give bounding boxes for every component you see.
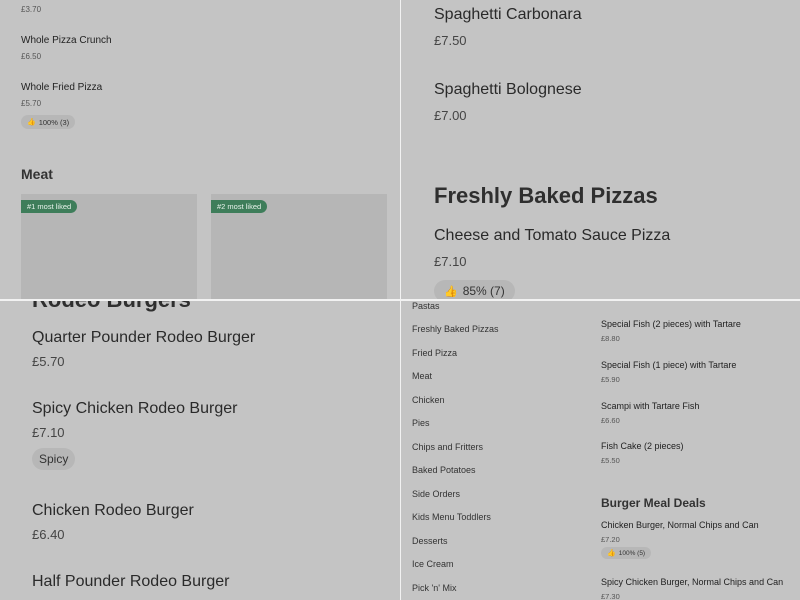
item-name: Spicy Chicken Burger, Normal Chips and C… xyxy=(601,577,784,587)
item-price: £5.50 xyxy=(601,456,620,465)
item-price: £7.00 xyxy=(434,108,467,123)
item-name: Chicken Burger, Normal Chips and Can xyxy=(601,520,759,530)
item-name: Spaghetti Bolognese xyxy=(434,81,582,98)
item-price: £8.80 xyxy=(601,334,620,343)
item-price: £5.90 xyxy=(601,375,620,384)
menu-panel-top-right: Spaghetti Carbonara £7.50 Spaghetti Bolo… xyxy=(401,0,800,299)
menu-item-half-pounder-rodeo-burger[interactable]: Half Pounder Rodeo Burger xyxy=(32,573,372,600)
featured-card-2[interactable]: #2 most liked xyxy=(211,194,387,299)
nav-item-kids-menu-toddlers[interactable]: Kids Menu Toddlers xyxy=(412,512,491,522)
panel-divider-horizontal xyxy=(0,299,800,301)
thumbs-up-icon: 👍 xyxy=(444,285,458,298)
item-price: £5.70 xyxy=(21,99,42,108)
nav-item-ice-cream[interactable]: Ice Cream xyxy=(412,559,454,569)
nav-item-side-orders[interactable]: Side Orders xyxy=(412,489,460,499)
item-name: Special Fish (2 pieces) with Tartare xyxy=(601,319,741,329)
menu-item-quarter-pounder-rodeo-burger[interactable]: Quarter Pounder Rodeo Burger £5.70 xyxy=(32,329,372,375)
item-price: £3.70 xyxy=(21,5,42,14)
item-name: Spicy Chicken Rodeo Burger xyxy=(32,400,238,417)
menu-item-spaghetti-carbonara[interactable]: Spaghetti Carbonara £7.50 xyxy=(434,6,774,52)
nav-item-freshly-baked-pizzas[interactable]: Freshly Baked Pizzas xyxy=(412,324,499,334)
item-name: Half Pounder Rodeo Burger xyxy=(32,573,230,590)
thumbs-up-icon: 👍 xyxy=(607,549,616,557)
nav-item-fried-pizza[interactable]: Fried Pizza xyxy=(412,348,457,358)
item-price: £6.60 xyxy=(601,416,620,425)
menu-item-spicy-chicken-rodeo-burger[interactable]: Spicy Chicken Rodeo Burger £7.10 Spicy xyxy=(32,400,372,472)
menu-item-chicken-rodeo-burger[interactable]: Chicken Rodeo Burger £6.40 xyxy=(32,502,372,548)
rating-badge: 👍 85% (7) xyxy=(434,280,515,299)
menu-panel-top-left: £3.70 Whole Pizza Crunch £6.50 Whole Fri… xyxy=(0,0,400,299)
section-title-burger-meal-deals: Burger Meal Deals xyxy=(601,496,706,510)
menu-panel-bottom-right: Pastas Freshly Baked Pizzas Fried Pizza … xyxy=(401,301,800,600)
menu-item-scampi[interactable]: Scampi with Tartare Fish £6.60 xyxy=(601,401,791,427)
nav-item-desserts[interactable]: Desserts xyxy=(412,536,448,546)
rating-text: 100% (5) xyxy=(618,549,646,557)
menu-item-spicy-chicken-burger-deal[interactable]: Spicy Chicken Burger, Normal Chips and C… xyxy=(601,577,800,600)
item-price: £6.50 xyxy=(21,52,42,61)
spicy-tag: Spicy xyxy=(32,448,76,470)
rating-text: 100% (3) xyxy=(38,117,70,127)
item-price: £5.70 xyxy=(32,354,65,369)
item-name: Scampi with Tartare Fish xyxy=(601,401,700,411)
item-price: £6.40 xyxy=(32,527,65,542)
item-price: £7.10 xyxy=(434,254,467,269)
section-title-freshly-baked-pizzas: Freshly Baked Pizzas xyxy=(434,183,658,208)
menu-item-spaghetti-bolognese[interactable]: Spaghetti Bolognese £7.00 xyxy=(434,81,774,127)
most-liked-badge: #1 most liked xyxy=(21,200,78,213)
nav-item-pies[interactable]: Pies xyxy=(412,418,430,428)
menu-item-cheese-tomato-pizza[interactable]: Cheese and Tomato Sauce Pizza £7.10 👍 85… xyxy=(434,227,774,299)
nav-item-chicken[interactable]: Chicken xyxy=(412,395,445,405)
menu-item-fish-cake[interactable]: Fish Cake (2 pieces) £5.50 xyxy=(601,441,791,467)
nav-item-pick-n-mix[interactable]: Pick 'n' Mix xyxy=(412,583,456,593)
item-name: Quarter Pounder Rodeo Burger xyxy=(32,329,256,346)
section-title-rodeo-burgers: Rodeo Burgers xyxy=(32,301,191,313)
nav-item-chips-and-fritters[interactable]: Chips and Fritters xyxy=(412,442,483,452)
most-liked-badge: #2 most liked xyxy=(211,200,268,213)
item-name: Chicken Rodeo Burger xyxy=(32,502,194,519)
nav-item-baked-potatoes[interactable]: Baked Potatoes xyxy=(412,465,476,475)
item-price: £7.10 xyxy=(32,425,65,440)
item-name: Special Fish (1 piece) with Tartare xyxy=(601,360,737,370)
item-name: Whole Fried Pizza xyxy=(21,82,103,93)
menu-panel-bottom-left: Rodeo Burgers Quarter Pounder Rodeo Burg… xyxy=(0,301,400,600)
item-price: £7.50 xyxy=(434,33,467,48)
featured-card-1[interactable]: #1 most liked xyxy=(21,194,197,299)
nav-item-meat[interactable]: Meat xyxy=(412,371,432,381)
menu-item-whole-fried-pizza[interactable]: Whole Fried Pizza £5.70 👍 100% (3) xyxy=(21,82,381,132)
rating-badge: 👍 100% (3) xyxy=(21,115,76,129)
menu-item-special-fish-1[interactable]: Special Fish (1 piece) with Tartare £5.9… xyxy=(601,360,791,386)
item-name: Fish Cake (2 pieces) xyxy=(601,441,684,451)
item-name: Whole Pizza Crunch xyxy=(21,35,112,46)
menu-item-whole-pizza-crunch[interactable]: Whole Pizza Crunch £6.50 xyxy=(21,35,381,67)
section-title-meat: Meat xyxy=(21,166,53,182)
rating-badge: 👍 100% (5) xyxy=(601,547,652,559)
item-price: £7.30 xyxy=(601,592,620,600)
thumbs-up-icon: 👍 xyxy=(27,118,36,126)
item-price: £7.20 xyxy=(601,535,620,544)
menu-item-special-fish-2[interactable]: Special Fish (2 pieces) with Tartare £8.… xyxy=(601,319,791,345)
nav-item-pastas[interactable]: Pastas xyxy=(412,301,440,311)
item-name: Cheese and Tomato Sauce Pizza xyxy=(434,227,671,244)
item-name: Spaghetti Carbonara xyxy=(434,6,582,23)
menu-item-chicken-burger-deal[interactable]: Chicken Burger, Normal Chips and Can £7.… xyxy=(601,520,791,562)
rating-text: 85% (7) xyxy=(462,284,505,298)
category-nav: Pastas Freshly Baked Pizzas Fried Pizza … xyxy=(401,301,581,600)
